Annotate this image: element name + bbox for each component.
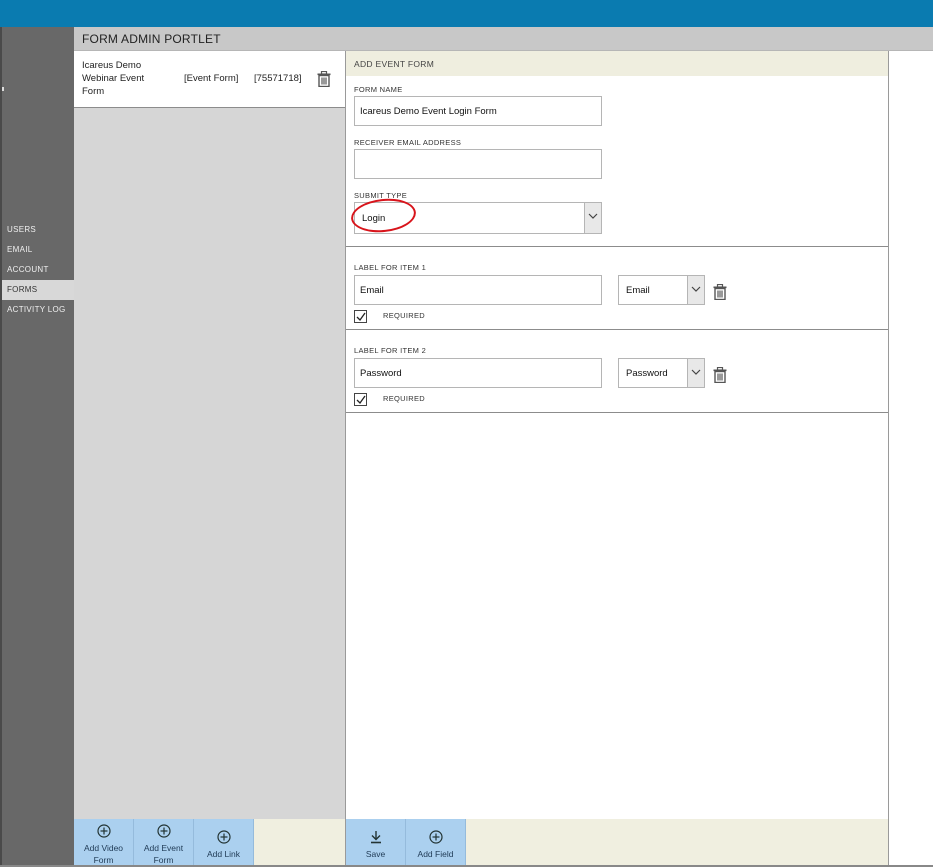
form-list-footer: Add Video Form Add Event Form Add Link	[74, 819, 346, 865]
plus-circle-icon	[428, 830, 443, 844]
sidebar-item-forms[interactable]: FORMS	[2, 280, 76, 300]
right-blank-area	[889, 51, 933, 865]
submit-type-select[interactable]: Login	[349, 195, 602, 236]
item-1-type-select[interactable]: Email	[618, 275, 705, 305]
add-field-button[interactable]: Add Field	[406, 819, 466, 865]
item-2-required-checkbox[interactable]	[354, 393, 367, 406]
top-bar	[0, 0, 933, 27]
portlet-title: FORM ADMIN PORTLET	[82, 32, 221, 46]
plus-circle-icon	[156, 824, 171, 838]
chevron-down-icon[interactable]	[687, 276, 704, 304]
save-label: Save	[365, 849, 386, 859]
form-editor-footer: Save Add Field	[346, 819, 889, 865]
sidebar-item-users[interactable]: USERS	[2, 220, 76, 240]
portlet-header: FORM ADMIN PORTLET	[74, 27, 933, 51]
form-list-row[interactable]: Icareus Demo Webinar Event Form [Event F…	[74, 51, 345, 108]
item-2-input[interactable]	[354, 358, 602, 388]
section-divider	[346, 246, 888, 247]
sidebar: USERS EMAIL ACCOUNT FORMS ACTIVITY LOG	[0, 27, 76, 865]
item-2-required-label: REQUIRED	[383, 394, 425, 403]
sidebar-item-account[interactable]: ACCOUNT	[2, 260, 76, 280]
trash-icon[interactable]	[713, 366, 727, 384]
plus-circle-icon	[96, 824, 111, 838]
trash-icon[interactable]	[317, 70, 331, 88]
download-icon	[370, 831, 381, 844]
receiver-email-input[interactable]	[354, 149, 602, 179]
form-name-input[interactable]	[354, 96, 602, 126]
trash-icon[interactable]	[713, 283, 727, 301]
form-row-id: [75571718]	[254, 73, 302, 84]
item-1-required-checkbox[interactable]	[354, 310, 367, 323]
section-divider	[346, 412, 888, 413]
add-video-form-button[interactable]: Add Video Form	[74, 819, 134, 865]
item-2-type-value: Password	[626, 368, 668, 379]
sidebar-edge-mark	[2, 87, 4, 91]
form-panel-header: ADD EVENT FORM	[346, 51, 888, 76]
add-field-label: Add Field	[417, 849, 454, 859]
form-name-label: FORM NAME	[354, 85, 403, 94]
item-2-type-select[interactable]: Password	[618, 358, 705, 388]
add-event-form-button[interactable]: Add Event Form	[134, 819, 194, 865]
form-panel-title: ADD EVENT FORM	[354, 59, 435, 69]
item-2-label: LABEL FOR ITEM 2	[354, 346, 427, 355]
add-link-label: Add Link	[206, 849, 241, 859]
item-1-required-label: REQUIRED	[383, 311, 425, 320]
section-divider	[346, 329, 888, 330]
chevron-down-icon[interactable]	[584, 203, 601, 233]
sidebar-item-activity-log[interactable]: ACTIVITY LOG	[2, 300, 76, 320]
form-row-type: [Event Form]	[184, 73, 239, 84]
chevron-down-icon[interactable]	[687, 359, 704, 387]
save-button[interactable]: Save	[346, 819, 406, 865]
add-video-form-label: Add Video Form	[83, 843, 124, 865]
add-event-form-panel: ADD EVENT FORM FORM NAME RECEIVER EMAIL …	[346, 51, 889, 819]
plus-circle-icon	[216, 830, 231, 844]
sidebar-item-email[interactable]: EMAIL	[2, 240, 76, 260]
add-event-form-label: Add Event Form	[143, 843, 184, 865]
form-row-name: Icareus Demo Webinar Event Form	[82, 60, 145, 97]
item-1-label: LABEL FOR ITEM 1	[354, 263, 427, 272]
item-1-input[interactable]	[354, 275, 602, 305]
receiver-email-label: RECEIVER EMAIL ADDRESS	[354, 138, 462, 147]
add-link-button[interactable]: Add Link	[194, 819, 254, 865]
form-list-panel: Icareus Demo Webinar Event Form [Event F…	[74, 51, 346, 819]
item-1-type-value: Email	[626, 285, 650, 296]
submit-type-value: Login	[362, 213, 386, 224]
submit-type-label: SUBMIT TYPE	[354, 191, 408, 200]
sidebar-nav: USERS EMAIL ACCOUNT FORMS ACTIVITY LOG	[2, 220, 76, 320]
